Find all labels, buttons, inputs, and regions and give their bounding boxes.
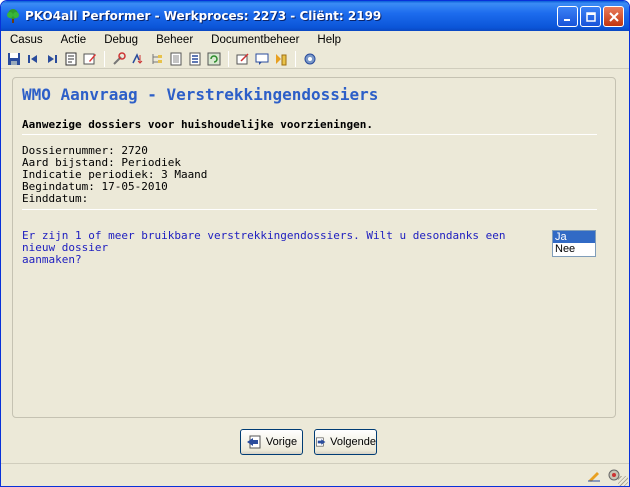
pencil-icon[interactable] [587,468,601,485]
toolbar-separator [104,50,105,67]
question-line: aanmaken? [22,253,82,266]
save-icon[interactable] [5,50,23,68]
sort-icon[interactable] [129,50,147,68]
menu-help[interactable]: Help [308,31,350,49]
next-button[interactable]: Volgende [314,429,377,455]
attach-icon[interactable] [234,50,252,68]
menu-beheer[interactable]: Beheer [147,31,202,49]
notes-icon[interactable] [62,50,80,68]
message-icon[interactable] [253,50,271,68]
menu-casus[interactable]: Casus [1,31,52,49]
back-arrow-icon [246,435,261,449]
window-title: PKO4all Performer - Werkproces: 2273 - C… [25,9,382,23]
page-title: WMO Aanvraag - Verstrekkingendossiers [22,85,379,104]
next-label: Volgende [330,436,376,448]
settings-icon[interactable] [301,50,319,68]
divider [22,134,597,135]
menu-documentbeheer[interactable]: Documentbeheer [202,31,308,49]
tools-icon[interactable] [110,50,128,68]
app-window: PKO4all Performer - Werkproces: 2273 - C… [0,0,630,487]
maximize-icon [585,11,596,22]
minimize-icon [563,18,570,21]
toolbar-separator [295,50,296,67]
refresh-icon[interactable] [205,50,223,68]
section-subtitle: Aanwezige dossiers voor huishoudelijke v… [22,118,373,131]
question-text: Er zijn 1 of meer bruikbare verstrekking… [22,230,522,266]
menu-debug[interactable]: Debug [95,31,147,49]
first-icon[interactable] [24,50,42,68]
previous-label: Vorige [265,436,298,448]
menu-actie[interactable]: Actie [52,31,96,49]
divider [22,209,597,210]
list-icon[interactable] [186,50,204,68]
menu-bar: Casus Actie Debug Beheer Documentbeheer … [1,31,629,49]
export-icon[interactable] [272,50,290,68]
option-ja[interactable]: Ja [553,231,595,243]
forward-arrow-icon [316,437,326,447]
option-nee[interactable]: Nee [553,243,595,255]
minimize-button[interactable] [557,6,578,27]
tree-icon[interactable] [148,50,166,68]
toolbar-separator [228,50,229,67]
status-bar [1,463,629,486]
resize-grip[interactable] [618,476,628,486]
title-bar[interactable]: PKO4all Performer - Werkproces: 2273 - C… [1,1,629,31]
content-panel: WMO Aanvraag - Verstrekkingendossiers Aa… [12,77,616,418]
close-icon [608,11,619,22]
edit-icon[interactable] [81,50,99,68]
close-button[interactable] [603,6,624,27]
last-icon[interactable] [43,50,61,68]
dossier-details: Dossiernummer: 2720 Aard bijstand: Perio… [22,145,207,205]
detail-einddatum: Einddatum: [22,192,89,205]
question-line: Er zijn 1 of meer bruikbare verstrekking… [22,229,506,254]
tree-app-icon [7,9,19,23]
previous-button[interactable]: Vorige [240,429,303,455]
document-icon[interactable] [167,50,185,68]
answer-listbox[interactable]: Ja Nee [552,230,596,257]
toolbar [1,49,629,69]
maximize-button[interactable] [580,6,601,27]
